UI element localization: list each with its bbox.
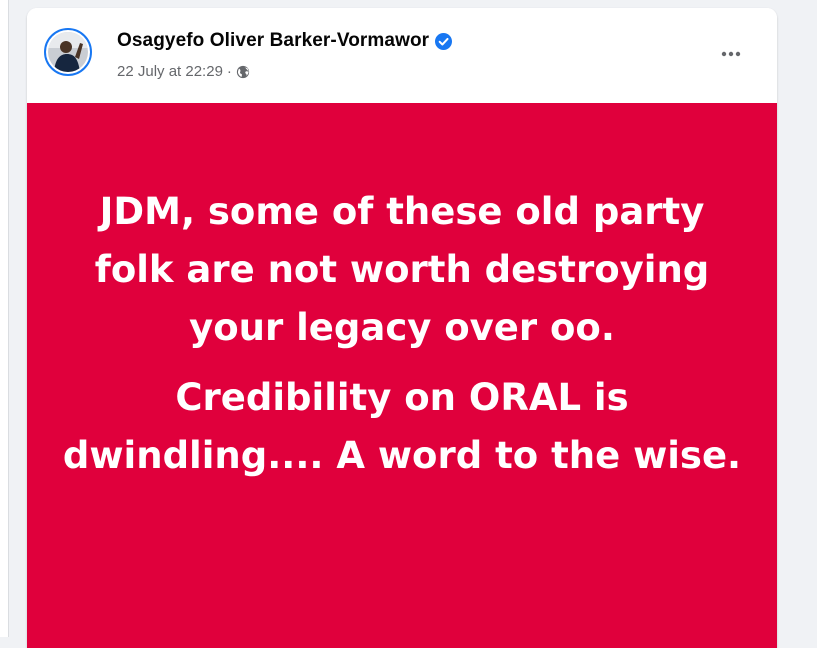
meta-separator: ·: [226, 63, 232, 80]
post-text-paragraph: Credibility on ORAL is dwindling.... A w…: [62, 376, 742, 477]
post-text-paragraph: JDM, some of these old party folk are no…: [94, 190, 710, 349]
post-options-button[interactable]: [713, 36, 749, 72]
post-meta: 22 July at 22:29 ·: [117, 63, 250, 80]
post-header: Osagyefo Oliver Barker-Vormawor 22 July …: [27, 8, 777, 103]
left-panel-edge: [0, 0, 9, 637]
verified-badge-icon: [435, 32, 453, 50]
author-avatar[interactable]: [44, 28, 92, 76]
post-card: Osagyefo Oliver Barker-Vormawor 22 July …: [27, 8, 777, 648]
post-text-background: JDM, some of these old party folk are no…: [27, 103, 777, 648]
avatar-photo: [48, 32, 88, 72]
author-name[interactable]: Osagyefo Oliver Barker-Vormawor: [117, 30, 429, 52]
author-row: Osagyefo Oliver Barker-Vormawor: [117, 30, 453, 52]
post-timestamp[interactable]: 22 July at 22:29: [117, 63, 223, 80]
more-icon: [721, 51, 741, 57]
globe-icon[interactable]: [236, 65, 250, 79]
